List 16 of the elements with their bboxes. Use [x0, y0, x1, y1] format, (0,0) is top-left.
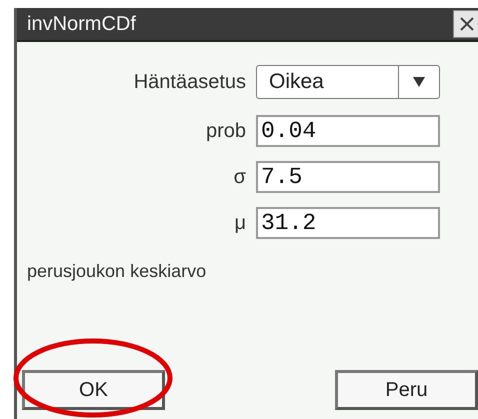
input-field[interactable]: 0.04: [256, 115, 440, 147]
field-label: μ: [234, 212, 246, 234]
field-label: σ: [234, 166, 246, 188]
input-field[interactable]: 31.2: [256, 207, 440, 239]
description-text: perusjoukon keskiarvo: [27, 261, 208, 282]
field-label: Häntäasetus: [134, 70, 246, 94]
window-title: invNormCDf: [27, 12, 136, 36]
close-icon: [459, 16, 475, 32]
cancel-button[interactable]: Peru: [335, 370, 478, 410]
input-field[interactable]: 7.5: [256, 161, 440, 193]
caret-icon: [413, 77, 425, 87]
close-button[interactable]: [453, 10, 478, 38]
ok-button[interactable]: OK: [22, 370, 165, 410]
dropdown[interactable]: Oikea: [256, 65, 440, 99]
dropdown-value: Oikea: [268, 69, 325, 95]
field-label: prob: [206, 120, 246, 142]
